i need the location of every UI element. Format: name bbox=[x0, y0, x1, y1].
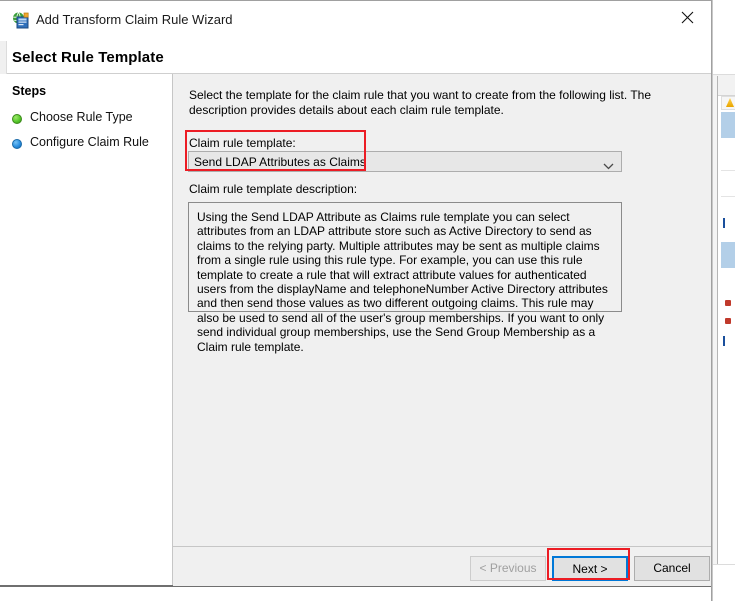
cancel-button[interactable]: Cancel bbox=[634, 556, 710, 581]
background-window-link bbox=[723, 336, 735, 346]
sidebar-item-label: Choose Rule Type bbox=[30, 110, 133, 124]
next-button[interactable]: Next > bbox=[552, 556, 628, 581]
background-window-tree-pane bbox=[713, 76, 718, 566]
claim-rule-template-description-box: Using the Send LDAP Attribute as Claims … bbox=[188, 202, 622, 354]
background-window bbox=[712, 0, 735, 601]
background-window-selected-row bbox=[721, 112, 735, 138]
description-text: Using the Send LDAP Attribute as Claims … bbox=[197, 210, 608, 354]
background-window-statusbar bbox=[713, 564, 735, 601]
add-transform-claim-rule-wizard-dialog: Add Transform Claim Rule Wizard Select R… bbox=[0, 0, 712, 602]
steps-heading: Steps bbox=[12, 84, 47, 98]
background-window-link bbox=[723, 218, 735, 228]
main-content-panel: Select the template for the claim rule t… bbox=[173, 74, 711, 546]
sidebar-item-label: Configure Claim Rule bbox=[30, 135, 149, 149]
previous-button[interactable]: < Previous bbox=[470, 556, 546, 581]
claim-rule-template-combobox[interactable]: Send LDAP Attributes as Claims bbox=[188, 151, 622, 172]
step-bullet-completed-icon bbox=[12, 114, 22, 124]
left-edge-scrollbar bbox=[0, 41, 7, 77]
steps-sidebar: Steps Choose Rule Type Configure Claim R… bbox=[0, 74, 173, 586]
dialog-header: Select Rule Template bbox=[0, 41, 711, 73]
claim-rule-template-label: Claim rule template: bbox=[189, 136, 296, 150]
background-window-row-divider bbox=[721, 170, 735, 171]
background-window-row-divider bbox=[721, 196, 735, 197]
error-dot-icon bbox=[725, 300, 731, 306]
instructions-text: Select the template for the claim rule t… bbox=[189, 88, 652, 117]
chevron-down-icon bbox=[603, 159, 614, 173]
window-title: Add Transform Claim Rule Wizard bbox=[36, 12, 233, 27]
close-icon[interactable] bbox=[665, 1, 711, 32]
background-window-selected-row bbox=[721, 242, 735, 268]
error-dot-icon bbox=[725, 318, 731, 324]
dialog-bottom-strip bbox=[0, 586, 711, 602]
claim-rule-template-value: Send LDAP Attributes as Claims bbox=[194, 155, 366, 169]
description-label: Claim rule template description: bbox=[189, 182, 358, 196]
step-bullet-current-icon bbox=[12, 139, 22, 149]
background-window-titlebar bbox=[713, 0, 735, 75]
dialog-titlebar: Add Transform Claim Rule Wizard bbox=[0, 1, 711, 41]
page-title: Select Rule Template bbox=[12, 49, 164, 66]
claim-rule-wizard-icon bbox=[12, 12, 29, 29]
